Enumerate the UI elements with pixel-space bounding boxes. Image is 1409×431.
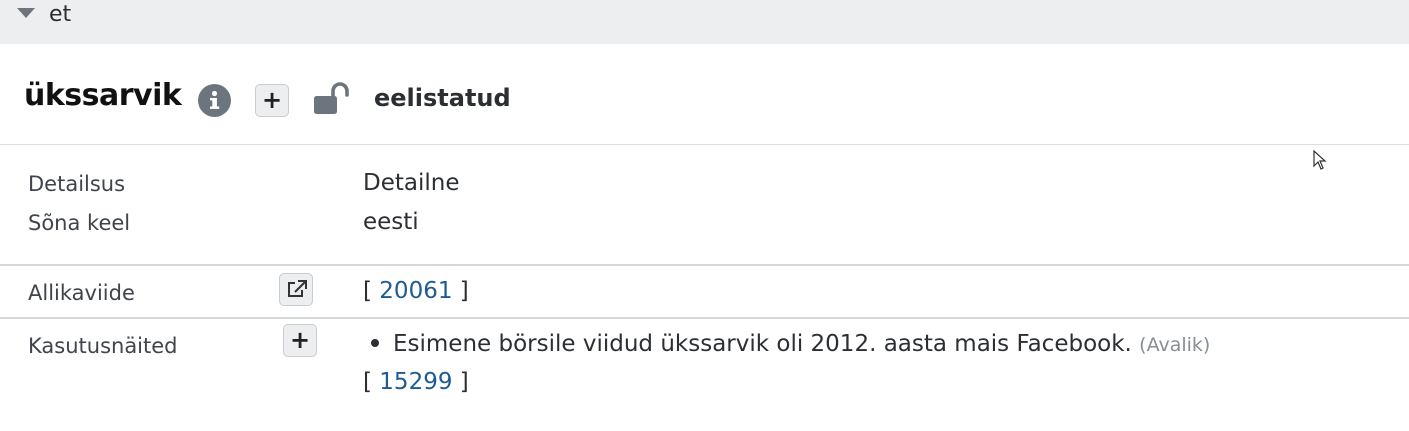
usage-example-text: Esimene börsile viidud ükssarvik oli 201… [393,331,1132,357]
word-language-label: Sõna keel [28,211,131,235]
add-word-button[interactable]: + [255,84,289,117]
source-reference-link[interactable]: 20061 [379,278,452,304]
source-reference-label: Allikaviide [28,281,135,305]
divider [0,144,1409,145]
usage-source-reference: [ 15299 ] [363,369,469,395]
bullet-icon [371,338,379,347]
word-language-value: eesti [363,209,419,235]
divider [0,264,1409,266]
usage-examples-label: Kasutusnäited [28,334,178,358]
add-usage-example-button[interactable]: + [283,324,317,357]
bracket-close: ] [459,278,469,304]
mouse-cursor-icon [1313,149,1327,176]
bracket-open: [ [363,369,372,395]
detail-level-label: Detailsus [28,172,126,196]
word-title: ükssarvik [24,78,182,113]
usage-example-item: Esimene börsile viidud ükssarvik oli 201… [371,331,1210,357]
language-section-header[interactable]: et [0,0,1409,44]
bracket-close: ] [459,369,469,395]
divider [0,317,1409,319]
usage-reference-link[interactable]: 15299 [379,369,452,395]
info-circle-icon[interactable] [198,84,231,117]
unlock-icon[interactable] [313,82,351,120]
preferred-label: eelistatud [374,84,511,112]
bracket-open: [ [363,278,372,304]
external-link-icon [288,280,307,297]
source-reference-value: [ 20061 ] [363,278,469,304]
caret-down-icon[interactable] [17,8,35,18]
detail-level-value: Detailne [363,170,460,196]
visibility-badge: (Avalik) [1139,334,1211,356]
language-label: et [49,2,72,27]
open-source-button[interactable] [279,273,313,306]
